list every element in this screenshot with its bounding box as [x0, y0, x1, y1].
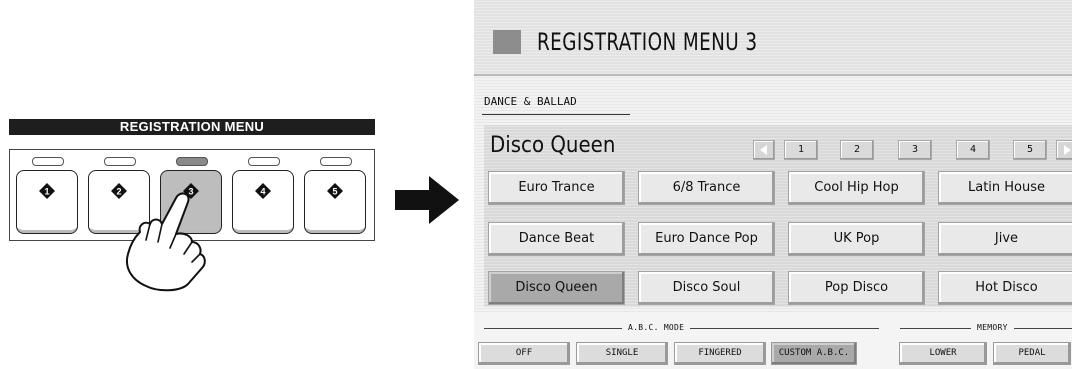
abc-mode-off-button[interactable]: OFF	[478, 342, 570, 365]
registration-hot-disco[interactable]: Hot Disco	[938, 271, 1072, 305]
right-arrow-icon	[395, 176, 459, 224]
memory-label: MEMORY	[971, 323, 1014, 332]
category-label: DANCE & BALLAD	[484, 95, 577, 108]
lamp-2	[104, 157, 136, 166]
registration-6-8-trance[interactable]: 6/8 Trance	[638, 171, 775, 205]
page-next-button[interactable]	[1056, 140, 1072, 160]
left-triangle-icon	[760, 145, 767, 155]
page-button-1[interactable]: 1	[784, 140, 818, 160]
registration-euro-trance[interactable]: Euro Trance	[488, 171, 625, 205]
page-button-4[interactable]: 4	[956, 140, 990, 160]
registration-pop-disco[interactable]: Pop Disco	[788, 271, 925, 305]
lamp-4	[248, 157, 280, 166]
memory-lower-button[interactable]: LOWER	[899, 342, 987, 365]
registration-latin-house[interactable]: Latin House	[938, 171, 1072, 205]
registration-disco-soul[interactable]: Disco Soul	[638, 271, 775, 305]
registration-screen: REGISTRATION MENU 3 DANCE & BALLAD Disco…	[474, 0, 1072, 369]
number-4-icon: 4	[255, 183, 271, 199]
title-square-icon	[493, 30, 521, 54]
abc-mode-label: A.B.C. MODE	[622, 323, 691, 332]
registration-jive[interactable]: Jive	[938, 222, 1072, 256]
right-triangle-icon	[1064, 145, 1071, 155]
registration-euro-dance-pop[interactable]: Euro Dance Pop	[638, 222, 775, 256]
abc-mode-fingered-button[interactable]: FINGERED	[674, 342, 766, 365]
page-button-3[interactable]: 3	[898, 140, 932, 160]
lamp-3	[176, 157, 208, 166]
registration-button-5[interactable]: 5	[304, 170, 366, 234]
registration-cool-hip-hop[interactable]: Cool Hip Hop	[788, 171, 925, 205]
registration-disco-queen[interactable]: Disco Queen	[488, 271, 625, 305]
number-5-icon: 5	[327, 183, 343, 199]
category-underline	[482, 114, 630, 115]
svg-text:1: 1	[44, 187, 49, 197]
lamp-5	[320, 157, 352, 166]
current-registration-name: Disco Queen	[490, 133, 616, 158]
abc-mode-single-button[interactable]: SINGLE	[576, 342, 668, 365]
lamp-1	[32, 157, 64, 166]
registration-button-1[interactable]: 1	[16, 170, 78, 234]
page-button-5[interactable]: 5	[1013, 140, 1047, 160]
svg-text:4: 4	[260, 187, 265, 197]
number-1-icon: 1	[39, 183, 55, 199]
pointing-hand-icon	[126, 192, 206, 292]
registration-uk-pop[interactable]: UK Pop	[788, 222, 925, 256]
page-button-2[interactable]: 2	[840, 140, 874, 160]
registration-menu-panel-title: REGISTRATION MENU	[9, 119, 375, 135]
memory-pedal-button[interactable]: PEDAL	[993, 342, 1071, 365]
abc-mode-custom-button[interactable]: CUSTOM A.B.C.	[771, 342, 857, 365]
title-bar: REGISTRATION MENU 3	[474, 0, 1072, 76]
registration-button-4[interactable]: 4	[232, 170, 294, 234]
page-title: REGISTRATION MENU 3	[537, 28, 758, 56]
svg-text:5: 5	[332, 187, 337, 197]
page-prev-button[interactable]	[753, 140, 775, 160]
registration-dance-beat[interactable]: Dance Beat	[488, 222, 625, 256]
